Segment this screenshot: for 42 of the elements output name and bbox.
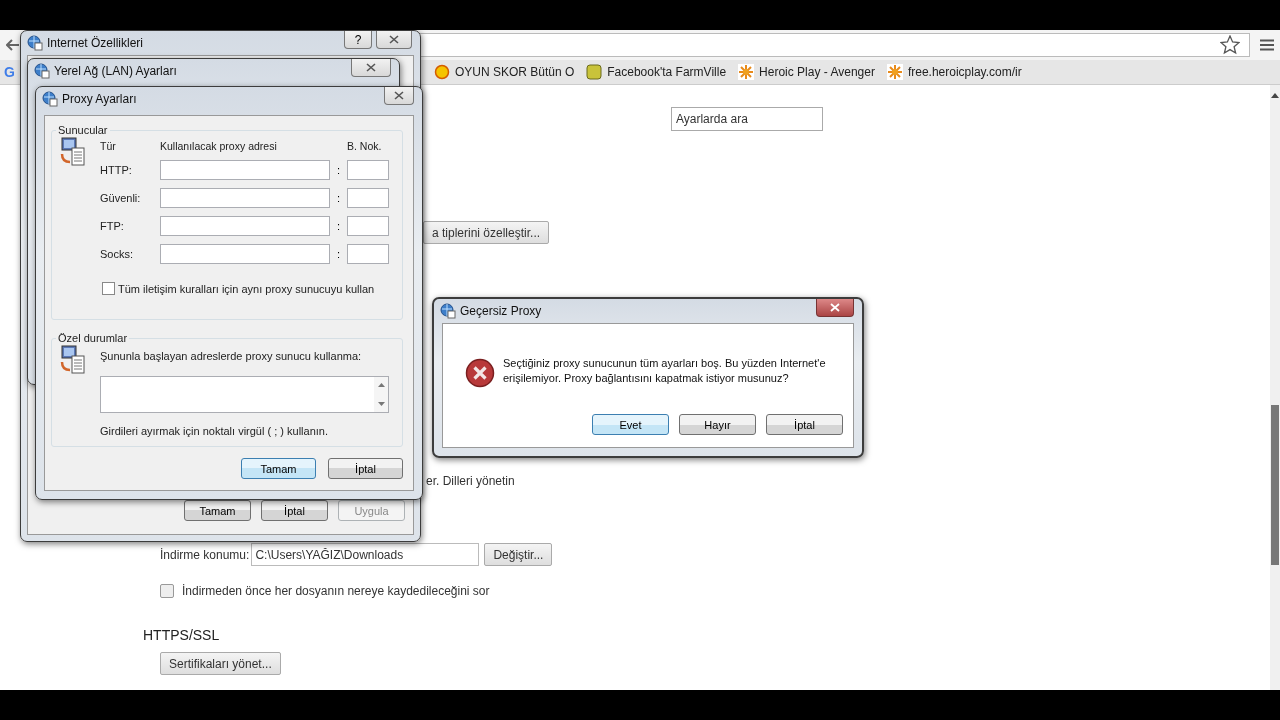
dialog-button[interactable]: Tamam: [184, 500, 251, 521]
hint-text: Girdileri ayırmak için noktalı virgül ( ; ) kullanın.: [100, 425, 329, 437]
section-heading: HTTPS/SSL: [143, 627, 220, 643]
separator-text: :: [335, 164, 342, 176]
help-button[interactable]: ?: [344, 31, 372, 49]
field-label: FTP:: [100, 220, 125, 232]
column-header: Kullanılacak proxy adresi: [160, 139, 278, 152]
checkbox-label: İndirmeden önce her dosyanın nereye kaydedileceğini sor: [182, 584, 490, 598]
checkbox-label: Tüm iletişim kuralları için aynı proxy sunucuyu kullan: [118, 282, 375, 295]
separator-text: :: [335, 248, 342, 260]
group-label: Sunucular: [57, 124, 109, 136]
window-title: Geçersiz Proxy: [460, 304, 542, 318]
window-title: Proxy Ayarları: [62, 92, 137, 106]
dialog-button[interactable]: İptal: [766, 414, 843, 435]
prompt-text: Şununla başlayan adreslerde proxy sunucu kullanma:: [100, 350, 363, 362]
bookmark-item[interactable]: OYUN SKOR Bütün O: [433, 64, 575, 80]
bookmark-item[interactable]: Heroic Play - Avenger: [738, 64, 875, 80]
dialog-button[interactable]: Hayır: [679, 414, 756, 435]
download-label: İndirme konumu:: [160, 547, 250, 562]
message-text: Seçtiğiniz proxy sunucunun tüm ayarları boş. Bu yüzden Internet'e erişilemiyor. Proxy bağlantısını kapatmak istiyor musunuz?: [503, 356, 827, 386]
field-label: Güvenli:: [100, 192, 142, 204]
separator-text: :: [335, 220, 342, 232]
customize-button[interactable]: a tiplerini özelleştir...: [423, 221, 550, 244]
change-button[interactable]: Değiştir...: [484, 543, 553, 566]
window-title: Yerel Ağ (LAN) Ayarları: [54, 64, 177, 78]
download-path-field[interactable]: C:\Users\YAĞIZ\Downloads: [251, 543, 480, 566]
column-header: B. Nok.: [347, 139, 383, 152]
group-label: Özel durumlar: [57, 332, 129, 344]
bookmark-item[interactable]: free.heroicplay.com/ir: [886, 64, 1022, 80]
dialog-button[interactable]: İptal: [328, 458, 403, 479]
window-title: Internet Özellikleri: [47, 36, 144, 50]
separator-text: :: [335, 192, 342, 204]
field-label: HTTP:: [100, 164, 133, 176]
certificates-button[interactable]: Sertifikaları yönet...: [160, 652, 281, 675]
column-header: Tür: [100, 139, 117, 152]
bookmark-item[interactable]: Facebook'ta FarmVille: [586, 64, 727, 80]
dialog-button[interactable]: Evet: [592, 414, 669, 435]
search-field[interactable]: Ayarlarda ara: [671, 107, 823, 131]
field-label: Socks:: [100, 248, 134, 260]
dialog-button[interactable]: Tamam: [241, 458, 316, 479]
languages-text: er. Dilleri yönetin: [426, 474, 515, 488]
dialog-button[interactable]: İptal: [261, 500, 328, 521]
